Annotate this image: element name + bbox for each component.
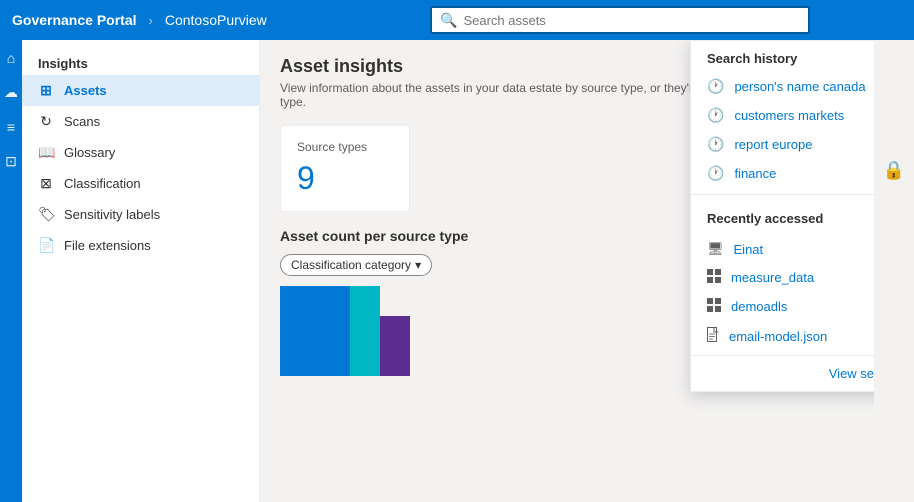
search-icon: 🔍: [440, 12, 457, 29]
view-search-results-link[interactable]: View search results: [829, 366, 874, 381]
sidebar-item-sensitivity-label: Sensitivity labels: [64, 207, 160, 222]
history-icon-1: 🕐: [707, 78, 724, 95]
history-icon-4: 🕐: [707, 165, 724, 182]
recent-item-demoadls[interactable]: demoadls: [691, 292, 874, 321]
sidebar-item-glossary-label: Glossary: [64, 145, 115, 160]
chart-bar-purple: [380, 316, 410, 376]
card-value: 9: [297, 160, 393, 197]
history-item-2-label: customers markets: [734, 108, 844, 123]
chart-area: [280, 286, 410, 376]
list-icon[interactable]: ≡: [7, 119, 15, 135]
file-ext-icon: 📄: [38, 237, 54, 254]
main-content: Asset insights View information about th…: [260, 40, 874, 502]
topbar: Governance Portal › ContosoPurview 🔍: [0, 0, 914, 40]
chart-bar-teal: [350, 286, 380, 376]
recent-item-measure-data[interactable]: measure_data: [691, 263, 874, 292]
tenant-name: ContosoPurview: [165, 12, 267, 28]
sidebar-item-sensitivity[interactable]: 🏷 Sensitivity labels: [22, 199, 259, 230]
search-box[interactable]: 🔍: [430, 6, 810, 34]
right-column: 🔒: [874, 40, 914, 502]
recent-item-einat[interactable]: 🖥 Einat: [691, 235, 874, 263]
recent-item-email-model-label: email-model.json: [729, 329, 827, 344]
main-layout: ⌂ ☁ ≡ ⊡ Insights ⊞ Assets ↻ Scans 📖 Glos…: [0, 40, 914, 502]
glossary-icon: 📖: [38, 144, 54, 161]
recent-icon-email-model: [707, 327, 719, 345]
search-input[interactable]: [463, 13, 800, 28]
chevron-down-icon: ▾: [415, 258, 421, 272]
sidebar-item-classification[interactable]: ⊠ Classification: [22, 168, 259, 199]
sidebar-item-glossary[interactable]: 📖 Glossary: [22, 137, 259, 168]
recent-item-measure-label: measure_data: [731, 270, 814, 285]
search-dropdown: Search history 🕐 person's name canada 🕐 …: [690, 40, 874, 392]
sidebar-item-classification-label: Classification: [64, 176, 141, 191]
recent-item-email-model[interactable]: email-model.json: [691, 321, 874, 351]
card-label: Source types: [297, 140, 393, 154]
classification-icon: ⊠: [38, 175, 54, 192]
icon-rail: ⌂ ☁ ≡ ⊡: [0, 40, 22, 502]
recent-icon-demoadls: [707, 298, 721, 315]
lock-icon: 🔒: [883, 160, 905, 181]
history-item-3[interactable]: 🕐 report europe: [691, 130, 874, 159]
history-item-1-label: person's name canada: [734, 79, 865, 94]
search-history-label: Search history: [691, 41, 874, 72]
sidebar-item-file-extensions[interactable]: 📄 File extensions: [22, 230, 259, 261]
sensitivity-icon: 🏷: [38, 206, 54, 223]
sidebar-item-scans[interactable]: ↻ Scans: [22, 106, 259, 137]
classification-filter-button[interactable]: Classification category ▾: [280, 254, 432, 276]
app-title: Governance Portal: [12, 12, 137, 28]
sidebar-item-file-ext-label: File extensions: [64, 238, 151, 253]
history-item-2[interactable]: 🕐 customers markets: [691, 101, 874, 130]
history-item-1[interactable]: 🕐 person's name canada: [691, 72, 874, 101]
sidebar-header: Insights: [22, 48, 259, 75]
breadcrumb-separator: ›: [149, 13, 153, 28]
home-icon[interactable]: ⌂: [7, 50, 15, 66]
recent-icon-measure-data: [707, 269, 721, 286]
recent-item-demoadls-label: demoadls: [731, 299, 787, 314]
sidebar: Insights ⊞ Assets ↻ Scans 📖 Glossary ⊠ C…: [22, 40, 260, 502]
source-types-card: Source types 9: [280, 125, 410, 212]
cloud-icon[interactable]: ☁: [4, 84, 18, 101]
sidebar-item-assets-label: Assets: [64, 83, 107, 98]
box-icon[interactable]: ⊡: [5, 153, 17, 170]
assets-icon: ⊞: [38, 82, 54, 99]
history-item-4[interactable]: 🕐 finance: [691, 159, 874, 188]
dropdown-divider: [691, 194, 874, 195]
chart-bar-blue: [280, 286, 350, 376]
sidebar-item-assets[interactable]: ⊞ Assets: [22, 75, 259, 106]
sidebar-item-scans-label: Scans: [64, 114, 100, 129]
scans-icon: ↻: [38, 113, 54, 130]
recently-accessed-label: Recently accessed: [707, 211, 823, 226]
history-item-3-label: report europe: [734, 137, 812, 152]
history-icon-2: 🕐: [707, 107, 724, 124]
dropdown-footer: View search results: [691, 355, 874, 391]
recent-icon-einat: 🖥: [707, 241, 724, 257]
history-item-4-label: finance: [734, 166, 776, 181]
recent-item-einat-label: Einat: [734, 242, 764, 257]
recently-accessed-header: Recently accessed View all: [691, 201, 874, 235]
filter-label: Classification category: [291, 258, 411, 272]
history-icon-3: 🕐: [707, 136, 724, 153]
